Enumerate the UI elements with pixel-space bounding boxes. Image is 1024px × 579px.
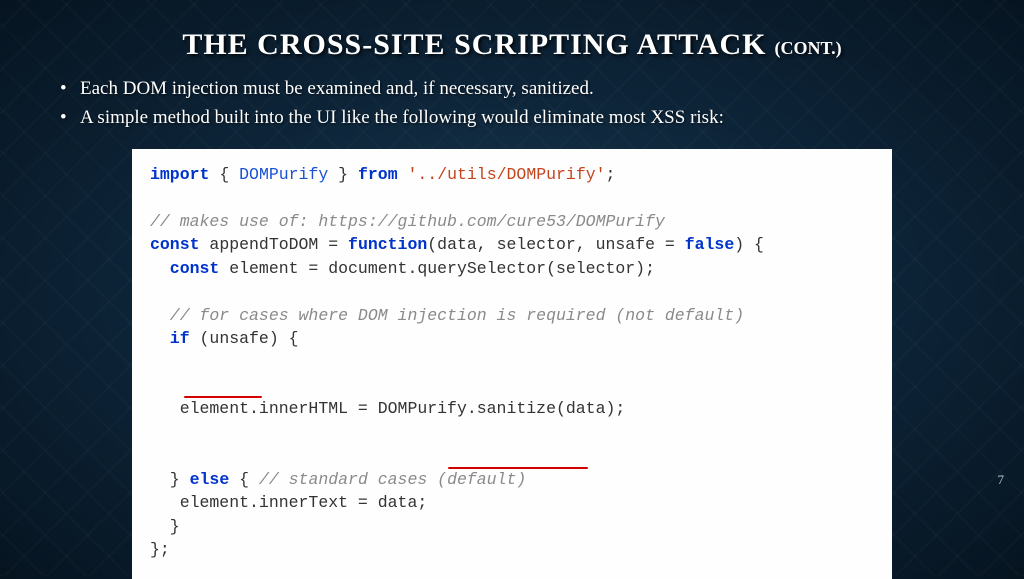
page-number: 7: [998, 472, 1005, 488]
bullet-item: A simple method built into the UI like t…: [56, 105, 976, 132]
bullet-item: Each DOM injection must be examined and,…: [56, 76, 976, 103]
code-block: import { DOMPurify } from '../utils/DOMP…: [132, 149, 892, 579]
slide-title: THE CROSS-SITE SCRIPTING ATTACK: [182, 28, 766, 61]
bullet-list: Each DOM injection must be examined and,…: [56, 76, 976, 131]
slide-subtitle: (CONT.): [775, 38, 842, 58]
